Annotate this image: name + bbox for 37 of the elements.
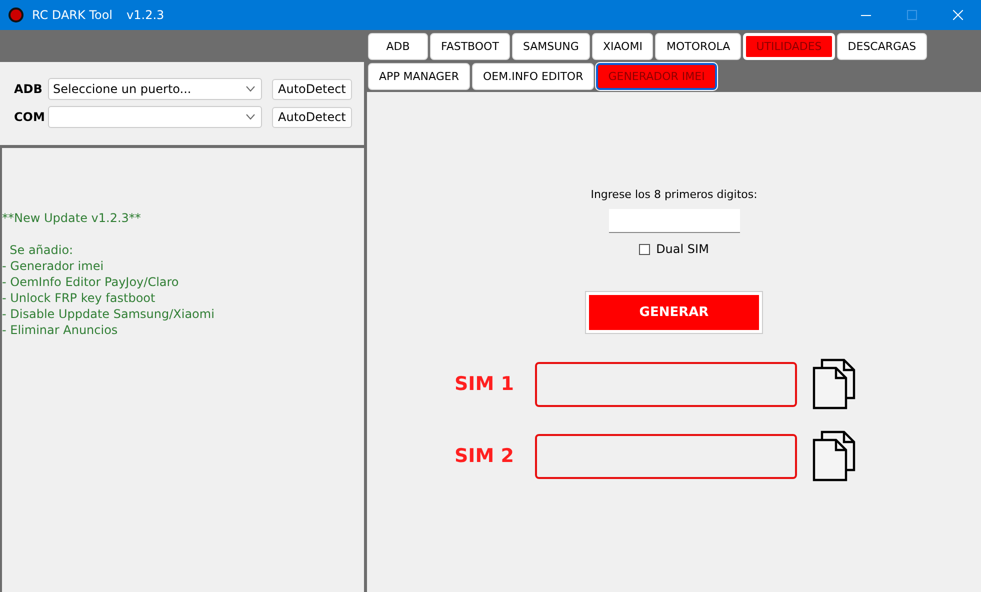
changelog-line: - Generador imei xyxy=(2,258,104,274)
chevron-down-icon xyxy=(246,114,255,120)
dual-sim-label: Dual SIM xyxy=(656,242,709,256)
tab[interactable]: DESCARGAS xyxy=(836,33,928,60)
changelog-line: - Eliminar Anuncios xyxy=(2,322,118,338)
sim-label: SIM 1 xyxy=(454,373,515,395)
autodetect-button[interactable]: AutoDetect xyxy=(272,106,352,128)
imei-output-field[interactable] xyxy=(534,434,796,478)
sim-label: SIM 2 xyxy=(454,445,515,467)
changelog-heading: **New Update v1.2.3** xyxy=(2,210,141,226)
tab[interactable]: XIAOMI xyxy=(592,33,654,60)
copy-icon[interactable] xyxy=(812,358,856,410)
close-button[interactable] xyxy=(953,10,963,20)
port-dropdown[interactable]: Seleccione un puerto... xyxy=(48,78,262,100)
tab[interactable]: OEM.INFO EDITOR xyxy=(472,63,594,90)
prompt-label: Ingrese los 8 primeros digitos: xyxy=(590,188,758,201)
changelog-line: - Unlock FRP key fastboot xyxy=(2,290,156,306)
logo-icon xyxy=(8,7,24,23)
dual-sim-checkbox[interactable] xyxy=(639,244,650,254)
changelog-subheading: Se añadio: xyxy=(8,242,74,258)
autodetect-button[interactable]: AutoDetect xyxy=(272,78,352,100)
tab[interactable]: MOTOROLA xyxy=(655,33,742,60)
tab[interactable]: SAMSUNG xyxy=(512,33,590,60)
digits-input[interactable] xyxy=(608,209,740,233)
window-title: RC DARK Tool xyxy=(32,8,113,22)
version-label: v1.2.3 xyxy=(126,8,164,22)
tab[interactable]: ADB xyxy=(368,33,428,60)
copy-icon[interactable] xyxy=(812,430,856,482)
imei-output-field[interactable] xyxy=(534,362,796,406)
changelog-line: - Disable Uppdate Samsung/Xiaomi xyxy=(2,306,214,322)
tab[interactable]: FASTBOOT xyxy=(430,33,510,60)
changelog-line: - OemInfo Editor PayJoy/Claro xyxy=(2,274,179,290)
port-label: ADB xyxy=(14,82,42,96)
generate-button[interactable]: GENERAR xyxy=(586,292,762,333)
port-label: COM xyxy=(14,110,42,124)
tab[interactable]: APP MANAGER xyxy=(368,63,470,90)
chevron-down-icon xyxy=(246,86,255,92)
